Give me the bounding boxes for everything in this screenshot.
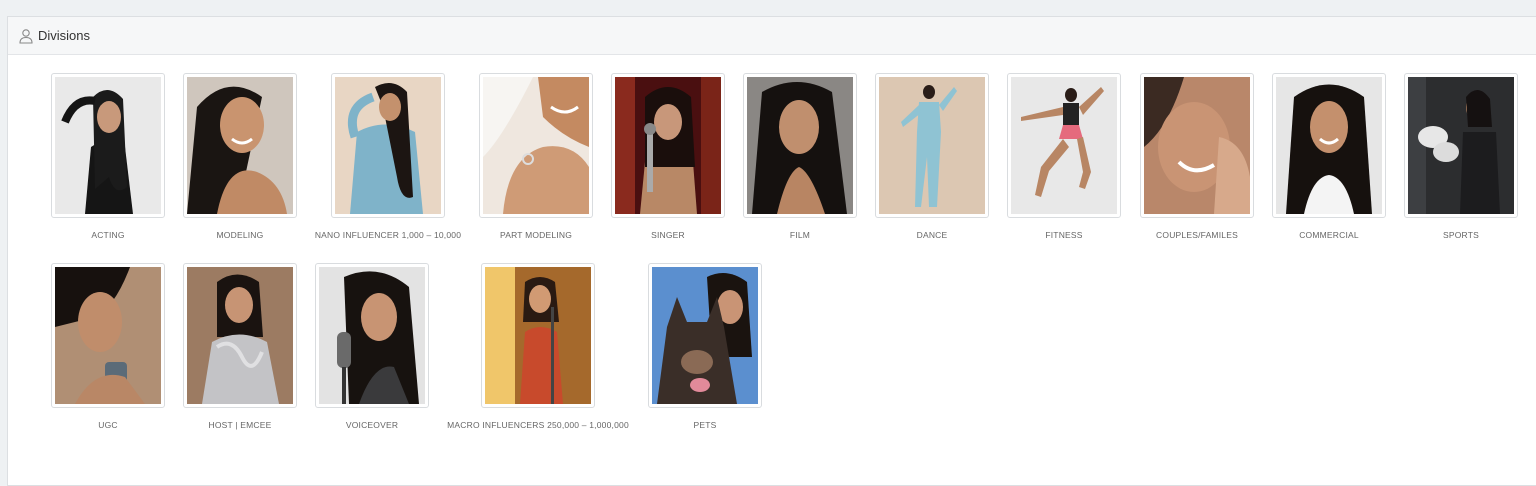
photo-voiceover [319,267,425,404]
division-thumbnail[interactable] [315,263,429,408]
division-label[interactable]: SINGER [651,230,685,240]
division-label[interactable]: PART MODELING [500,230,572,240]
division-label[interactable]: ACTING [91,230,124,240]
division-label[interactable]: FITNESS [1045,230,1082,240]
division-thumbnail[interactable] [51,73,165,218]
photo-pets [652,267,758,404]
photo-dance [879,77,985,214]
photo-fitness [1011,77,1117,214]
panel-title: Divisions [38,28,91,43]
division-label[interactable]: HOST | EMCEE [208,420,271,430]
division-label[interactable]: FILM [790,230,810,240]
photo-film [747,77,853,214]
photo-ugc [55,267,161,404]
user-icon [19,28,33,44]
division-label[interactable]: DANCE [917,230,948,240]
division-thumbnail[interactable] [1404,73,1518,218]
photo-nano-influencer [335,77,441,214]
division-label[interactable]: VOICEOVER [346,420,398,430]
photo-commercial [1276,77,1382,214]
division-thumbnail[interactable] [51,263,165,408]
photo-part-modeling [483,77,589,214]
division-label[interactable]: MACRO INFLUENCERS 250,000 – 1,000,000 [447,420,629,430]
division-thumbnail[interactable] [1140,73,1254,218]
photo-host [187,267,293,404]
photo-macro-influencers [485,267,591,404]
division-thumbnail[interactable] [1272,73,1386,218]
division-label[interactable]: PETS [693,420,716,430]
photo-acting [55,77,161,214]
division-thumbnail[interactable] [183,73,297,218]
division-thumbnail[interactable] [648,263,762,408]
division-label[interactable]: NANO INFLUENCER 1,000 – 10,000 [315,230,461,240]
division-label[interactable]: UGC [98,420,118,430]
division-thumbnail[interactable] [611,73,725,218]
division-label[interactable]: SPORTS [1443,230,1479,240]
division-thumbnail[interactable] [743,73,857,218]
division-thumbnail[interactable] [183,263,297,408]
division-label[interactable]: COUPLES/FAMILES [1156,230,1238,240]
division-thumbnail[interactable] [875,73,989,218]
photo-modeling [187,77,293,214]
panel-header: Divisions [8,17,1536,55]
division-thumbnail[interactable] [1007,73,1121,218]
division-thumbnail[interactable] [479,73,593,218]
photo-sports [1408,77,1514,214]
photo-couples [1144,77,1250,214]
photo-singer [615,77,721,214]
division-label[interactable]: MODELING [217,230,264,240]
division-thumbnail[interactable] [481,263,595,408]
division-thumbnail[interactable] [331,73,445,218]
division-label[interactable]: COMMERCIAL [1299,230,1359,240]
